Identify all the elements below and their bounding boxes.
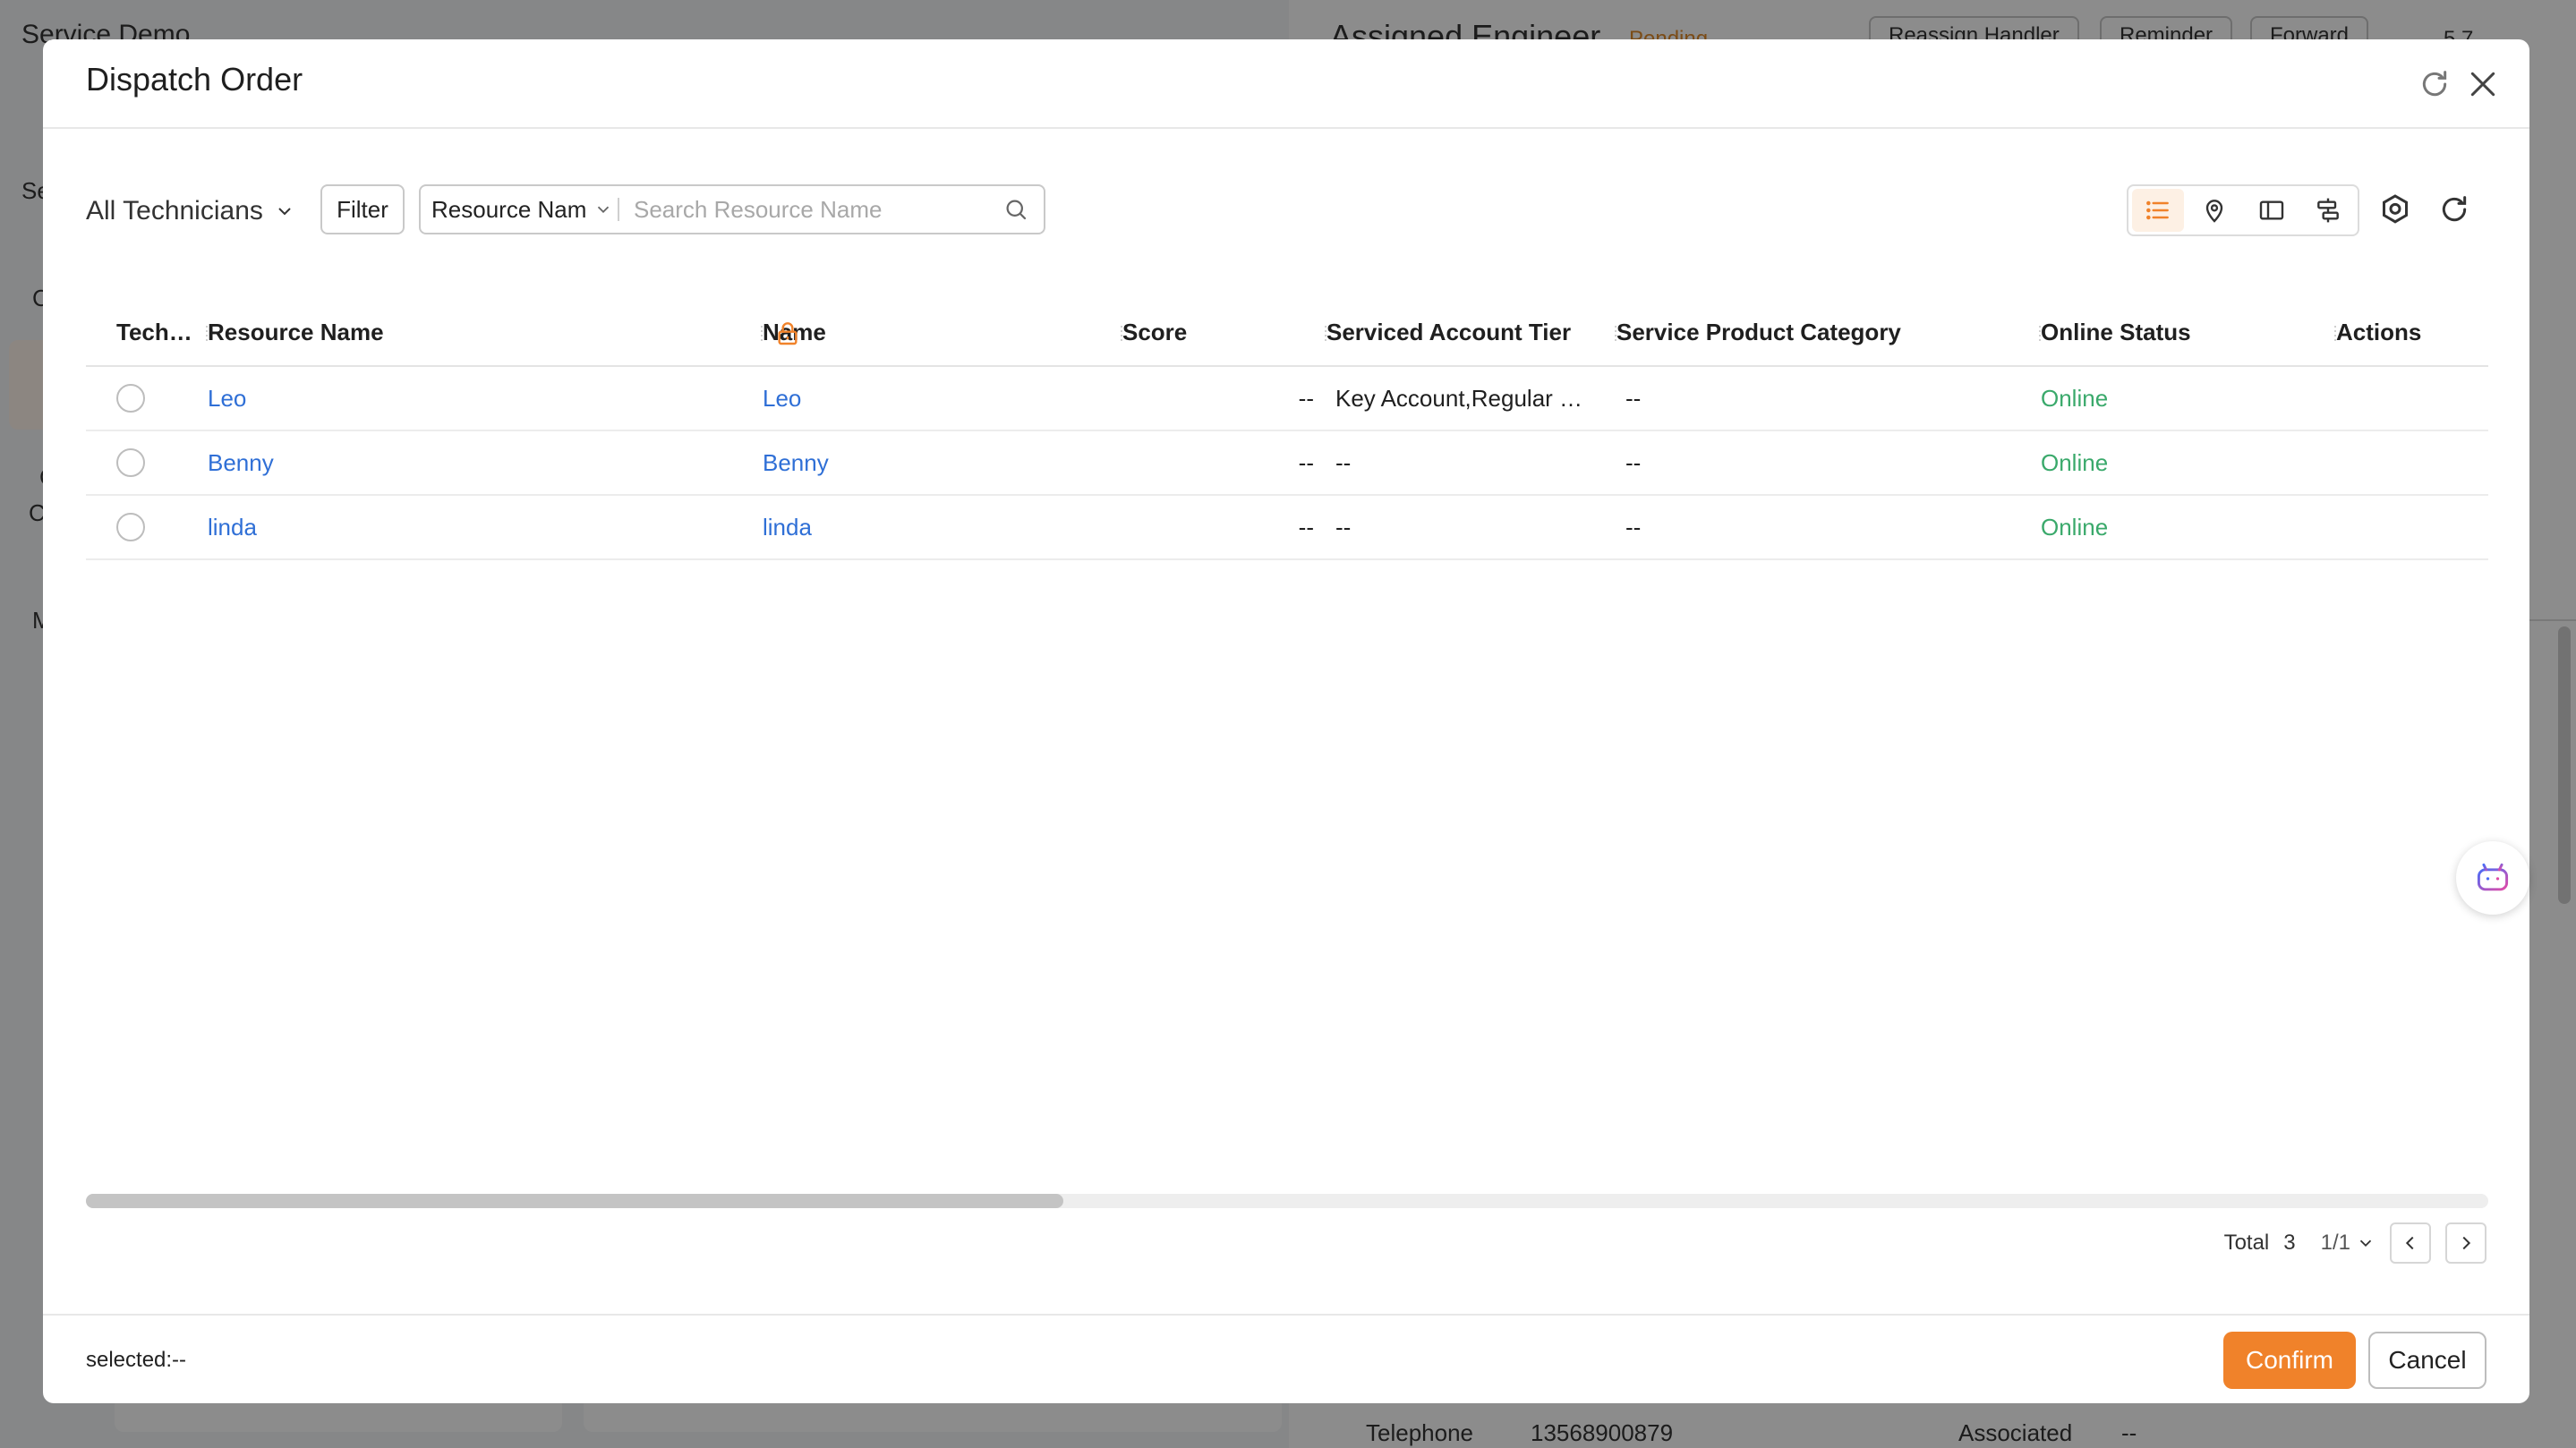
search-group: Resource Nam xyxy=(419,184,1045,234)
cancel-button[interactable]: Cancel xyxy=(2368,1332,2486,1389)
account-tier-cell: Key Account,Regular … xyxy=(1335,384,1583,412)
online-status-cell: Online xyxy=(2041,448,2109,476)
column-header-score[interactable]: Score xyxy=(1122,299,1326,365)
technician-table: Tech… Resource Name Name Score Serviced … xyxy=(86,299,2488,560)
filter-button[interactable]: Filter xyxy=(320,184,405,234)
view-switcher xyxy=(2127,184,2359,236)
split-view-button[interactable] xyxy=(2246,189,2298,232)
dialog-footer: selected:-- Confirm Cancel xyxy=(43,1314,2529,1403)
column-header-name[interactable]: Name xyxy=(763,299,1122,365)
column-header-label: Tech… xyxy=(116,318,192,345)
score-cell: -- xyxy=(1298,513,1314,541)
table-row[interactable]: linda linda -- -- -- Online xyxy=(86,496,2488,560)
horizontal-scrollbar-thumb[interactable] xyxy=(86,1194,1063,1208)
total-value: 3 xyxy=(2283,1231,2296,1255)
column-header-product-category[interactable]: Service Product Category xyxy=(1616,299,2041,365)
resource-name-link[interactable]: Benny xyxy=(208,449,274,477)
row-select-radio[interactable] xyxy=(116,513,145,541)
online-status-cell: Online xyxy=(2041,513,2109,541)
column-header-label: Online Status xyxy=(2041,318,2191,345)
split-panel-icon xyxy=(2259,200,2283,220)
pagination: Total 3 1/1 xyxy=(2224,1222,2486,1264)
product-category-cell: -- xyxy=(1625,513,1642,541)
column-header-actions: Actions xyxy=(2336,299,2488,365)
name-link[interactable]: linda xyxy=(763,514,812,541)
map-view-button[interactable] xyxy=(2189,189,2241,232)
name-link[interactable]: Leo xyxy=(763,385,801,413)
gantt-view-button[interactable] xyxy=(2303,189,2355,232)
total-label: Total xyxy=(2223,1231,2270,1255)
list-view-icon xyxy=(2145,200,2169,220)
page-indicator-select[interactable]: 1/1 xyxy=(2321,1231,2376,1256)
horizontal-scrollbar[interactable] xyxy=(86,1194,2488,1208)
lock-icon[interactable] xyxy=(773,319,802,347)
table-row[interactable]: Leo Leo -- Key Account,Regular … -- Onli… xyxy=(86,367,2488,431)
page-indicator: 1/1 xyxy=(2320,1231,2350,1255)
column-header-tech[interactable]: Tech… xyxy=(86,299,208,365)
online-status-cell: Online xyxy=(2041,384,2109,412)
row-select-radio[interactable] xyxy=(116,448,145,477)
resource-name-link[interactable]: linda xyxy=(208,514,257,541)
account-tier-cell: -- xyxy=(1335,448,1352,476)
search-field-select[interactable]: Resource Nam xyxy=(421,196,618,224)
chevron-left-icon xyxy=(2405,1236,2414,1250)
column-header-online-status[interactable]: Online Status xyxy=(2041,299,2336,365)
search-input[interactable] xyxy=(634,195,1002,224)
close-icon[interactable] xyxy=(2465,66,2501,102)
column-header-label: Service Product Category xyxy=(1616,318,1901,345)
dialog-header: Dispatch Order xyxy=(43,39,2529,129)
ai-assistant-button[interactable] xyxy=(2456,841,2529,915)
product-category-cell: -- xyxy=(1625,448,1642,476)
column-header-resource-name[interactable]: Resource Name xyxy=(208,299,763,365)
account-tier-cell: -- xyxy=(1335,513,1352,541)
column-header-label: Serviced Account Tier xyxy=(1326,318,1572,345)
map-pin-icon xyxy=(2206,200,2223,223)
robot-assistant-icon xyxy=(2477,863,2509,891)
table-row[interactable]: Benny Benny -- -- -- Online xyxy=(86,431,2488,496)
selected-summary: selected:-- xyxy=(86,1348,187,1372)
chevron-down-icon xyxy=(278,208,291,216)
chevron-right-icon xyxy=(2462,1236,2471,1250)
column-header-label: Score xyxy=(1122,318,1188,345)
chevron-down-icon xyxy=(598,206,610,214)
list-view-button[interactable] xyxy=(2132,189,2184,232)
score-cell: -- xyxy=(1298,448,1314,476)
chevron-down-icon xyxy=(2359,1239,2372,1248)
row-select-radio[interactable] xyxy=(116,384,145,413)
gantt-icon xyxy=(2317,198,2340,223)
column-header-label: Resource Name xyxy=(208,318,384,345)
column-header-account-tier[interactable]: Serviced Account Tier xyxy=(1326,299,1616,365)
search-icon[interactable] xyxy=(1002,196,1029,223)
search-divider xyxy=(618,198,619,221)
technician-scope-select[interactable]: All Technicians xyxy=(86,192,295,231)
next-page-button[interactable] xyxy=(2445,1222,2486,1264)
search-field-label: Resource Nam xyxy=(431,195,587,223)
refresh-icon[interactable] xyxy=(2417,66,2452,102)
column-header-label: Actions xyxy=(2336,318,2422,345)
name-link[interactable]: Benny xyxy=(763,449,829,477)
confirm-button[interactable]: Confirm xyxy=(2223,1332,2356,1389)
table-header: Tech… Resource Name Name Score Serviced … xyxy=(86,299,2488,367)
dialog-title: Dispatch Order xyxy=(86,61,303,98)
resource-name-link[interactable]: Leo xyxy=(208,385,246,413)
dispatch-order-dialog: Dispatch Order All Technicians Filter Re… xyxy=(43,39,2529,1403)
technician-scope-label: All Technicians xyxy=(86,196,263,226)
reload-icon[interactable] xyxy=(2436,192,2472,227)
score-cell: -- xyxy=(1298,384,1314,412)
product-category-cell: -- xyxy=(1625,384,1642,412)
settings-icon[interactable] xyxy=(2377,192,2413,227)
previous-page-button[interactable] xyxy=(2390,1222,2431,1264)
